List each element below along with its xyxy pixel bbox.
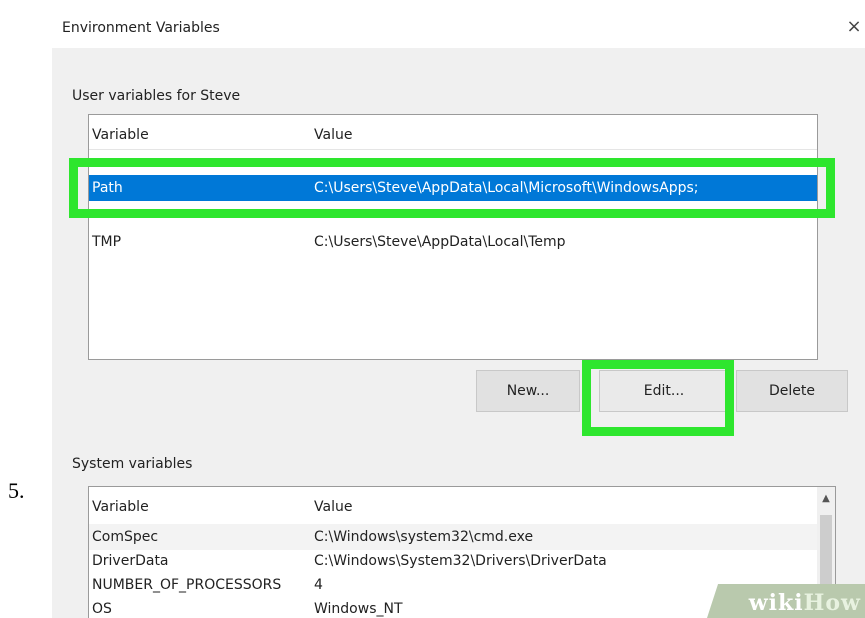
column-header-variable[interactable]: Variable [92,499,149,515]
column-header-value[interactable]: Value [314,499,352,515]
path-row-highlight [69,158,835,218]
scroll-thumb[interactable] [820,515,832,595]
close-icon[interactable]: × [843,16,865,38]
edit-button-highlight [582,360,734,436]
scroll-up-arrow-icon[interactable]: ▲ [817,493,835,504]
variable-name: DriverData [92,553,169,569]
system-variable-row[interactable]: ComSpec C:\Windows\system32\cmd.exe [89,524,835,550]
variable-value: C:\Users\Steve\AppData\Local\Temp [314,234,566,250]
variable-name: ComSpec [92,529,159,545]
system-variables-label: System variables [72,456,193,472]
environment-variables-dialog: Environment Variables × User variables f… [52,8,865,618]
variable-value: 4 [314,577,323,593]
variable-name: OS [92,601,112,617]
column-header-variable[interactable]: Variable [92,127,149,143]
variable-value: C:\Windows\System32\Drivers\DriverData [314,553,607,569]
variable-name: TMP [92,234,122,250]
column-header-value[interactable]: Value [314,127,352,143]
delete-button[interactable]: Delete [736,370,848,412]
new-button[interactable]: New... [476,370,580,412]
user-variables-label: User variables for Steve [72,88,241,104]
variable-name: NUMBER_OF_PROCESSORS [92,577,282,593]
dialog-title: Environment Variables [62,20,220,36]
wikihow-watermark: wikiHow [748,590,861,616]
user-variables-list[interactable]: Variable Value Path C:\Users\Steve\AppDa… [88,114,818,360]
step-number: 5. [8,478,25,503]
user-variables-header: Variable Value [89,115,817,150]
system-variable-row[interactable]: DriverData C:\Windows\System32\Drivers\D… [89,548,835,574]
variable-value: C:\Windows\system32\cmd.exe [314,529,534,545]
user-variable-row-tmp[interactable]: TMP C:\Users\Steve\AppData\Local\Temp [89,229,817,255]
title-bar: Environment Variables × [52,8,865,48]
variable-value: Windows_NT [314,601,403,617]
